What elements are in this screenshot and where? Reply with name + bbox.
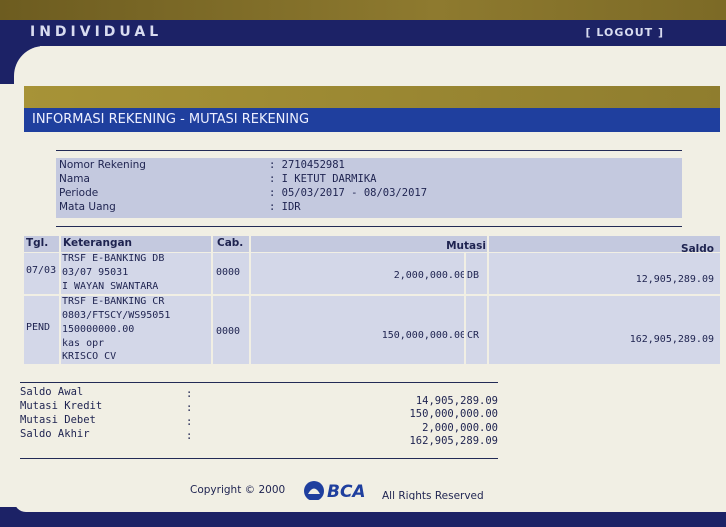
currency-value: : IDR <box>269 201 301 213</box>
row-description-line: 03/07 95031 <box>62 267 129 278</box>
row-date: 07/03 <box>26 265 57 276</box>
summary-label: Mutasi Debet <box>20 414 96 426</box>
divider <box>56 150 682 151</box>
column-divider <box>487 236 489 364</box>
column-divider <box>249 236 251 364</box>
account-number-value: : 2710452981 <box>269 159 345 171</box>
account-info-panel: Nomor Rekening : 2710452981 Nama : I KET… <box>56 158 682 218</box>
row-type: DB <box>467 270 480 281</box>
divider <box>20 458 498 459</box>
row-branch: 0000 <box>216 326 241 337</box>
summary-label: Saldo Awal <box>20 386 84 398</box>
summary-value: 162,905,289.09 <box>409 435 498 447</box>
currency-label: Mata Uang <box>59 201 116 213</box>
page-title: INFORMASI REKENING - MUTASI REKENING <box>32 112 310 127</box>
name-label: Nama <box>59 173 90 185</box>
column-divider <box>464 253 466 364</box>
summary-colon: : <box>186 402 193 414</box>
svg-text:BCA: BCA <box>327 482 366 502</box>
top-navbar: INDIVIDUAL [ LOGOUT ] <box>0 20 726 46</box>
section-title-bar: INFORMASI REKENING - MUTASI REKENING <box>24 108 720 132</box>
summary-value: 2,000,000.00 <box>422 422 498 434</box>
column-divider <box>59 236 61 364</box>
summary-label: Saldo Akhir <box>20 428 90 440</box>
summary-label: Mutasi Kredit <box>20 400 103 412</box>
copyright-text: Copyright © 2000 <box>190 484 286 496</box>
row-amount: 150,000,000.00 <box>381 330 466 341</box>
period-label: Periode <box>59 187 99 199</box>
column-header-saldo: Saldo <box>488 236 720 255</box>
period-value: : 05/03/2017 - 08/03/2017 <box>269 187 428 199</box>
summary-value: 14,905,289.09 <box>415 395 498 407</box>
row-balance: 12,905,289.09 <box>635 274 714 285</box>
row-amount: 2,000,000.00 <box>393 270 466 281</box>
row-description-line: KRISCO CV <box>62 351 117 362</box>
column-header-tgl: Tgl. <box>24 236 60 252</box>
row-description-line: TRSF E-BANKING CR <box>62 296 165 307</box>
summary-colon: : <box>186 416 193 428</box>
brand-label: INDIVIDUAL <box>30 24 163 40</box>
column-header-mutasi: Mutasi <box>250 236 488 252</box>
row-description-line: kas opr <box>62 338 105 349</box>
row-description-line: 0803/FTSCY/WS95051 <box>62 310 171 321</box>
row-date: PEND <box>26 322 51 333</box>
name-value: : I KETUT DARMIKA <box>269 173 377 185</box>
divider <box>56 226 682 227</box>
row-balance: 162,905,289.09 <box>629 334 714 345</box>
row-description-line: I WAYAN SWANTARA <box>62 281 159 292</box>
summary-colon: : <box>186 430 193 442</box>
column-divider <box>211 236 213 364</box>
account-number-label: Nomor Rekening <box>59 159 146 171</box>
bca-logo-icon: BCA <box>304 481 366 502</box>
row-type: CR <box>467 330 480 341</box>
row-branch: 0000 <box>216 267 241 278</box>
summary-colon: : <box>186 388 193 400</box>
bca-logo: BCA <box>303 480 375 502</box>
logout-link[interactable]: [ LOGOUT ] <box>586 26 665 39</box>
summary-value: 150,000,000.00 <box>409 408 498 420</box>
divider <box>20 382 498 383</box>
column-header-keterangan: Keterangan <box>60 236 212 252</box>
section-gold-band <box>24 86 720 108</box>
row-description-line: 150000000.00 <box>62 324 135 335</box>
row-description-line: TRSF E-BANKING DB <box>62 253 165 264</box>
column-header-cab: Cab. <box>212 236 250 252</box>
bottom-curve <box>14 500 726 512</box>
